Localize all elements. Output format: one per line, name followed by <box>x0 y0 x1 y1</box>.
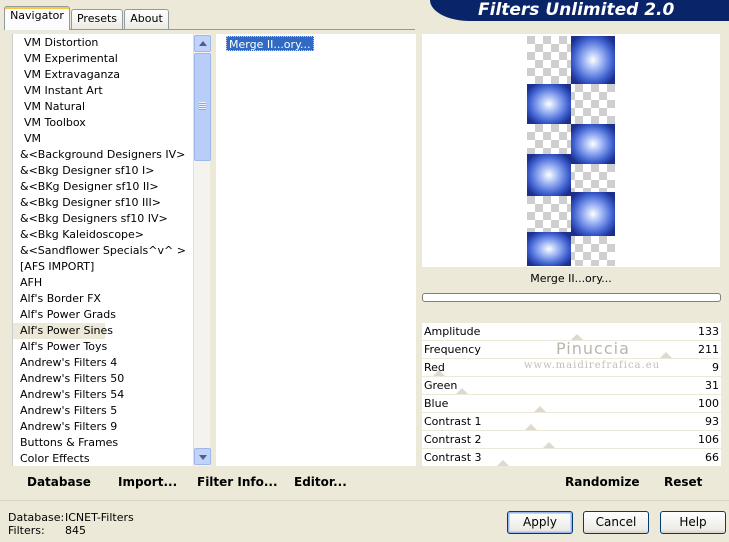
scroll-up-button[interactable] <box>194 35 211 52</box>
database-value: ICNET-Filters <box>65 511 134 524</box>
category-item[interactable]: &<Bkg Designer sf10 III> <box>13 195 210 211</box>
watermark-url: www.maidirefrafica.eu <box>524 360 661 371</box>
category-item[interactable]: &<Bkg Designer sf10 I> <box>13 163 210 179</box>
param-row[interactable]: Contrast 1 93 <box>422 413 721 431</box>
preview-tile <box>527 154 571 196</box>
app-banner: Filters Unlimited 2.0 <box>430 0 729 21</box>
param-label: Blue <box>424 397 449 410</box>
category-item[interactable]: AFH <box>13 275 210 291</box>
param-label: Red <box>424 361 445 374</box>
filters-label: Filters: <box>8 524 45 537</box>
filter-list-panel[interactable]: Merge II...ory... <box>216 34 416 466</box>
param-slider-thumb[interactable] <box>534 406 546 412</box>
param-label: Contrast 2 <box>424 433 482 446</box>
preview-filter-name: Merge II...ory... <box>530 272 612 285</box>
category-item[interactable]: Buttons & Frames <box>13 435 210 451</box>
preview-tile <box>527 232 571 266</box>
param-slider-thumb[interactable] <box>543 442 555 448</box>
param-value: 211 <box>698 343 719 356</box>
database-button[interactable]: Database <box>27 475 91 489</box>
import-button[interactable]: Import... <box>118 475 177 489</box>
category-item[interactable]: VM Distortion <box>13 35 210 51</box>
cancel-button[interactable]: Cancel <box>583 511 649 534</box>
param-value: 100 <box>698 397 719 410</box>
reset-button[interactable]: Reset <box>664 475 702 489</box>
category-item[interactable]: VM <box>13 131 210 147</box>
category-item[interactable]: Color Effects <box>13 451 210 466</box>
status-labels: Database: Filters: <box>8 511 64 537</box>
param-value: 66 <box>705 451 719 464</box>
grip-icon <box>199 102 206 110</box>
preview-tile <box>571 124 615 164</box>
category-scrollbar[interactable] <box>193 34 211 466</box>
right-button-bar: Randomize Reset <box>422 466 720 494</box>
param-label: Frequency <box>424 343 481 356</box>
editor-button[interactable]: Editor... <box>294 475 347 489</box>
param-row[interactable]: Green 31 <box>422 377 721 395</box>
filter-item-selected[interactable]: Merge II...ory... <box>226 36 314 51</box>
category-item[interactable]: Andrew's Filters 54 <box>13 387 210 403</box>
param-value: 133 <box>698 325 719 338</box>
category-item[interactable]: VM Extravaganza <box>13 67 210 83</box>
param-label: Amplitude <box>424 325 481 338</box>
category-list-panel[interactable]: VM Distortion VM Experimental VM Extravaga… <box>12 34 210 466</box>
preview-tile <box>571 36 615 84</box>
scroll-thumb[interactable] <box>194 53 211 161</box>
category-item[interactable]: Andrew's Filters 9 <box>13 419 210 435</box>
watermark-name: Pinuccia <box>556 339 630 358</box>
tab-about[interactable]: About <box>124 9 169 29</box>
category-item[interactable]: Andrew's Filters 5 <box>13 403 210 419</box>
param-value: 9 <box>712 361 719 374</box>
app-title: Filters Unlimited 2.0 <box>478 0 675 20</box>
progress-bar <box>422 293 721 302</box>
database-label: Database: <box>8 511 65 524</box>
filters-count: 845 <box>65 524 86 537</box>
help-button[interactable]: Help <box>660 511 726 534</box>
divider <box>0 500 729 501</box>
category-item[interactable]: Alf's Power Sines <box>13 323 113 339</box>
category-item[interactable]: Alf's Power Toys <box>13 339 210 355</box>
param-label: Contrast 3 <box>424 451 482 464</box>
status-values: ICNET-Filters 845 <box>65 511 134 537</box>
category-item[interactable]: Andrew's Filters 50 <box>13 371 210 387</box>
category-item[interactable]: &<Sandflower Specials^v^ > <box>13 243 210 259</box>
preview-image <box>527 36 615 266</box>
filter-info-button[interactable]: Filter Info... <box>197 475 278 489</box>
preview-tile <box>571 192 615 236</box>
category-item[interactable]: VM Instant Art <box>13 83 210 99</box>
param-slider-thumb[interactable] <box>660 352 672 358</box>
param-value: 106 <box>698 433 719 446</box>
tab-navigator[interactable]: Navigator <box>4 6 70 30</box>
category-item[interactable]: VM Toolbox <box>13 115 210 131</box>
category-item[interactable]: VM Natural <box>13 99 210 115</box>
param-value: 31 <box>705 379 719 392</box>
left-button-bar: Database Import... Filter Info... Editor… <box>12 466 416 494</box>
category-item[interactable]: Alf's Border FX <box>13 291 210 307</box>
tab-presets[interactable]: Presets <box>71 9 123 29</box>
preview-tile <box>527 84 571 124</box>
category-item[interactable]: &<Bkg Designers sf10 IV> <box>13 211 210 227</box>
param-row[interactable]: Contrast 2 106 <box>422 431 721 449</box>
apply-button[interactable]: Apply <box>507 511 573 534</box>
category-item[interactable]: VM Experimental <box>13 51 210 67</box>
category-list[interactable]: VM Distortion VM Experimental VM Extravaga… <box>13 34 210 466</box>
randomize-button[interactable]: Randomize <box>565 475 639 489</box>
category-item[interactable]: Andrew's Filters 4 <box>13 355 210 371</box>
scroll-down-button[interactable] <box>194 448 211 465</box>
param-slider-thumb[interactable] <box>456 388 468 394</box>
category-item[interactable]: [AFS IMPORT] <box>13 259 210 275</box>
param-row[interactable]: Contrast 3 66 <box>422 449 721 467</box>
param-row[interactable]: Blue 100 <box>422 395 721 413</box>
category-item[interactable]: &<Background Designers IV> <box>13 147 210 163</box>
param-label: Contrast 1 <box>424 415 482 428</box>
param-slider-thumb[interactable] <box>525 424 537 430</box>
param-label: Green <box>424 379 458 392</box>
param-value: 93 <box>705 415 719 428</box>
category-item[interactable]: &<Bkg Kaleidoscope> <box>13 227 210 243</box>
category-item[interactable]: Alf's Power Grads <box>13 307 210 323</box>
category-item[interactable]: &<BKg Designer sf10 II> <box>13 179 210 195</box>
